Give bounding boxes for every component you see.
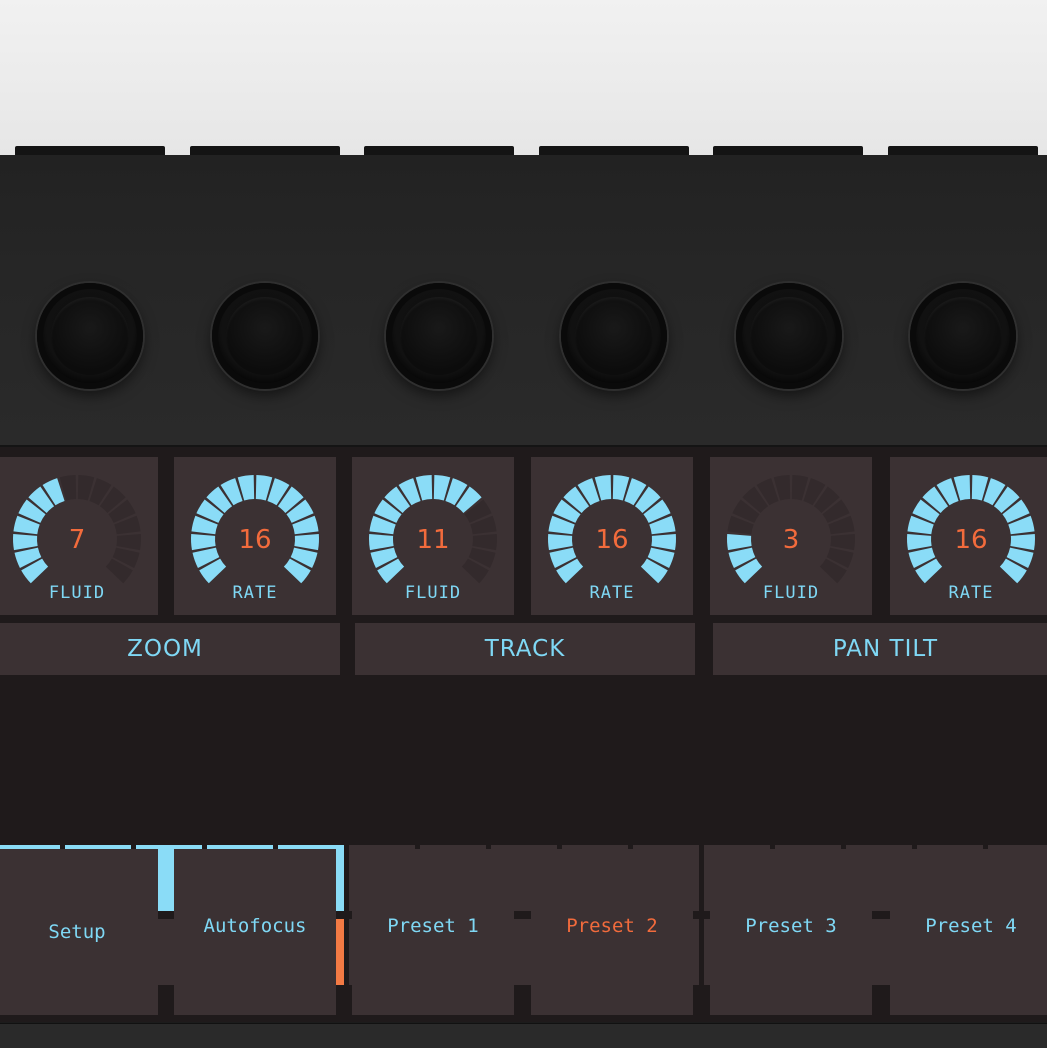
button-autofocus[interactable]: Autofocus	[174, 849, 336, 1015]
touch-screen: 7 FLUID 16 RATE 11 FLUID 16 RATE 3 FLUID 16 RATE ZO…	[0, 447, 1047, 1022]
rotary-knob-2[interactable]	[212, 283, 318, 389]
dial-1[interactable]: 7 FLUID	[0, 457, 158, 615]
dial-3[interactable]: 11 FLUID	[352, 457, 514, 615]
button-preset-3[interactable]: Preset 3	[710, 849, 872, 1015]
dial-label: RATE	[589, 583, 635, 603]
group-track[interactable]: TRACK	[355, 623, 695, 675]
dial-label: RATE	[232, 583, 278, 603]
rotary-knob-3[interactable]	[386, 283, 492, 389]
dial-label: FLUID	[404, 583, 462, 603]
dial-value: 16	[595, 525, 629, 555]
device-bottom-edge	[0, 1023, 1047, 1048]
dial-label: RATE	[948, 583, 994, 603]
button-preset-4[interactable]: Preset 4	[890, 849, 1047, 1015]
group-label: ZOOM	[127, 636, 203, 662]
dial-value: 16	[954, 525, 988, 555]
dial-5[interactable]: 3 FLUID	[710, 457, 872, 615]
background-wall	[0, 0, 1047, 160]
group-pan-tilt[interactable]: PAN TILT	[713, 623, 1047, 675]
button-label: Preset 1	[387, 915, 479, 937]
dial-value: 7	[68, 525, 86, 555]
button-label: Autofocus	[203, 915, 307, 937]
dial-value: 11	[416, 525, 450, 555]
dial-6[interactable]: 16 RATE	[890, 457, 1047, 615]
dial-label: FLUID	[762, 583, 820, 603]
rotary-knob-1[interactable]	[37, 283, 143, 389]
dial-label: FLUID	[48, 583, 106, 603]
group-label: PAN TILT	[832, 636, 939, 662]
button-preset-2[interactable]: Preset 2	[531, 849, 693, 1015]
dial-value: 16	[238, 525, 272, 555]
button-label: Setup	[48, 921, 106, 943]
rotary-knob-5[interactable]	[736, 283, 842, 389]
button-label: Preset 2	[566, 915, 658, 937]
button-setup[interactable]: Setup	[0, 849, 158, 1015]
controller-device: 7 FLUID 16 RATE 11 FLUID 16 RATE 3 FLUID 16 RATE ZO…	[0, 155, 1047, 1048]
button-preset-1[interactable]: Preset 1	[352, 849, 514, 1015]
button-label: Preset 4	[925, 915, 1017, 937]
rotary-knob-6[interactable]	[910, 283, 1016, 389]
dial-value: 3	[782, 525, 800, 555]
knob-panel	[0, 155, 1047, 447]
dial-2[interactable]: 16 RATE	[174, 457, 336, 615]
dial-4[interactable]: 16 RATE	[531, 457, 693, 615]
group-label: TRACK	[484, 636, 566, 662]
group-zoom[interactable]: ZOOM	[0, 623, 340, 675]
button-label: Preset 3	[745, 915, 837, 937]
rotary-knob-4[interactable]	[561, 283, 667, 389]
